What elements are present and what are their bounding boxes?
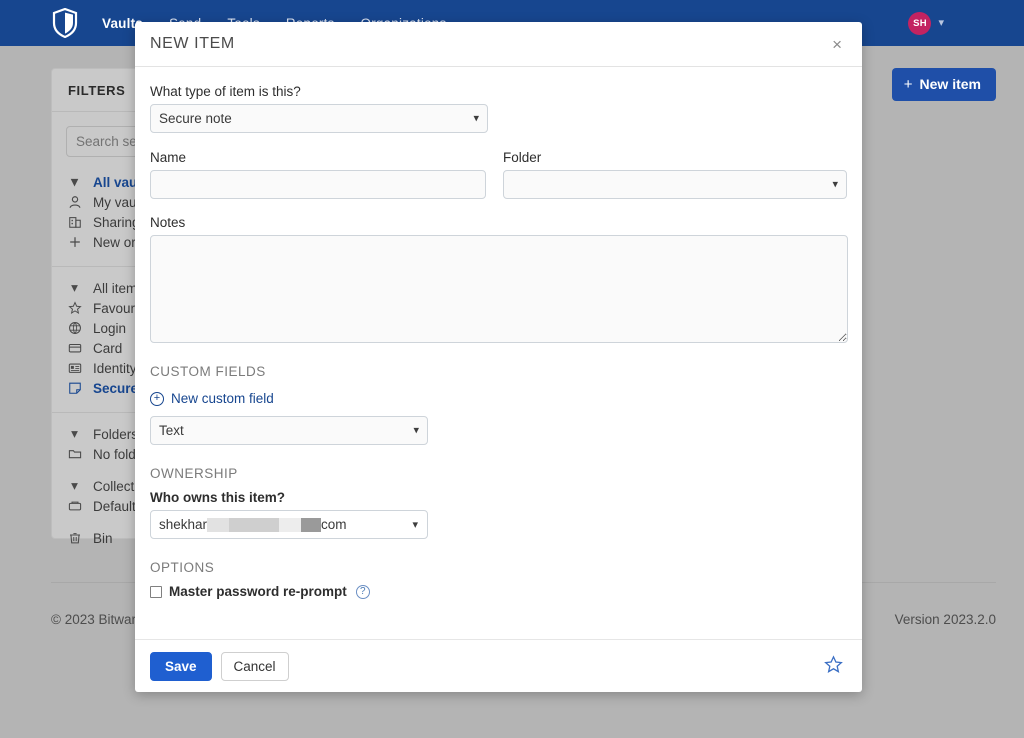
item-type-select-wrap: Secure note ▾ (150, 104, 488, 133)
dialog-title: NEW ITEM (150, 35, 235, 52)
folder-icon (66, 447, 83, 461)
question-circle-icon[interactable]: ? (355, 584, 370, 599)
redacted-block (279, 517, 302, 532)
new-item-button[interactable]: + New item (891, 68, 996, 101)
dialog-header: NEW ITEM × (135, 22, 862, 67)
collection-icon (66, 499, 83, 513)
name-field-group: Name (150, 150, 487, 199)
name-label: Name (150, 150, 187, 165)
master-password-reprompt-checkbox[interactable] (150, 585, 162, 598)
ownership-value-prefix: shekhar (159, 517, 208, 532)
sidebar-item-label: Card (93, 340, 123, 356)
redacted-block (301, 517, 322, 532)
user-icon (66, 195, 83, 209)
sidebar-item-label: Bin (93, 530, 113, 546)
avatar[interactable]: SH (908, 11, 932, 35)
notes-textarea[interactable] (150, 235, 848, 343)
id-card-icon (66, 361, 83, 375)
chevron-down-icon: ▾ (71, 426, 78, 441)
sidebar-item-label: Identity (93, 360, 137, 376)
ownership-value: shekhar com (159, 517, 347, 532)
save-button[interactable]: Save (150, 651, 212, 681)
sidebar-item-label: Login (93, 320, 127, 336)
custom-fields-heading: CUSTOM FIELDS (150, 364, 266, 379)
ownership-heading: OWNERSHIP (150, 466, 238, 481)
plus-icon: + (903, 75, 913, 93)
folder-field-group: Folder ▾ (503, 150, 847, 199)
redacted-block (207, 517, 230, 532)
notes-label: Notes (150, 215, 186, 230)
master-password-reprompt-row: Master password re-prompt ? (150, 584, 847, 599)
chevron-down-icon: ▾ (71, 280, 78, 295)
close-icon[interactable]: × (826, 34, 848, 55)
ownership-select[interactable]: shekhar com ▾ (150, 510, 428, 539)
sidebar-item-label: New or (93, 234, 136, 250)
ownership-value-suffix: com (321, 517, 347, 532)
new-custom-field-label: New custom field (171, 391, 274, 406)
cancel-button[interactable]: Cancel (220, 651, 289, 681)
star-outline-icon (824, 655, 843, 674)
credit-card-icon (66, 341, 83, 355)
redacted-block (229, 517, 280, 532)
sticky-note-icon (66, 381, 83, 395)
sidebar-item-label: Folders (93, 426, 139, 442)
new-item-dialog: NEW ITEM × What type of item is this? Se… (135, 22, 862, 692)
favorite-toggle[interactable] (820, 655, 847, 676)
chevron-down-icon: ▾ (938, 16, 944, 29)
custom-field-type-wrap: Text ▾ (150, 416, 428, 445)
custom-field-type-select[interactable]: Text (150, 416, 428, 445)
sidebar-item-label: Sharing (93, 214, 140, 230)
trash-icon (66, 531, 83, 545)
bitwarden-shield-icon (52, 8, 78, 38)
dialog-footer: Save Cancel (135, 639, 862, 692)
circle-plus-icon: + (150, 391, 164, 406)
folder-select-wrap: ▾ (503, 170, 847, 199)
plus-icon (66, 235, 83, 249)
globe-icon (66, 321, 83, 335)
new-custom-field-button[interactable]: + New custom field (150, 391, 274, 406)
organization-icon (66, 215, 83, 229)
footer-version: Version 2023.2.0 (894, 612, 996, 627)
chevron-down-icon: ▾ (71, 478, 78, 493)
new-item-button-label: New item (919, 76, 981, 92)
name-input[interactable] (150, 170, 487, 199)
dialog-body: What type of item is this? Secure note ▾… (135, 67, 862, 639)
item-type-select[interactable]: Secure note (150, 104, 488, 133)
chevron-down-icon: ▾ (71, 174, 78, 189)
item-type-label: What type of item is this? (150, 84, 301, 99)
options-heading: OPTIONS (150, 560, 215, 575)
folder-label: Folder (503, 150, 542, 165)
master-password-reprompt-label: Master password re-prompt (169, 584, 347, 599)
folder-select[interactable] (503, 170, 847, 199)
name-folder-row: Name Folder ▾ (150, 150, 847, 199)
ownership-question: Who owns this item? (150, 490, 285, 505)
chevron-down-icon: ▾ (412, 518, 418, 531)
star-icon (66, 301, 83, 315)
account-menu[interactable]: SH ▾ (908, 0, 944, 46)
